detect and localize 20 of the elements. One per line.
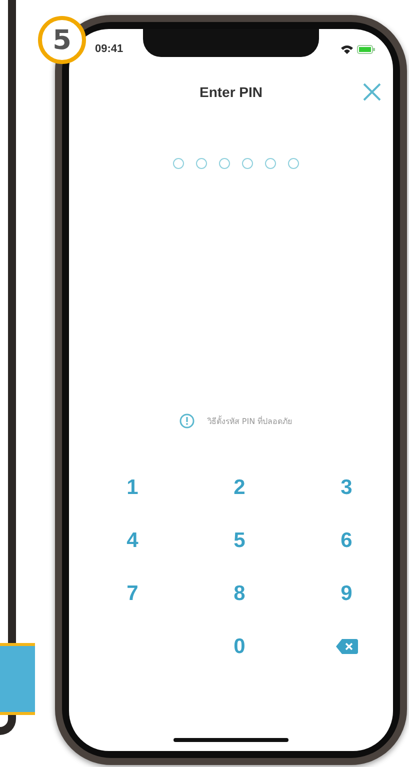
step-badge: 5 bbox=[38, 16, 86, 64]
digit-key[interactable]: 8 bbox=[234, 582, 246, 606]
wifi-icon bbox=[341, 44, 353, 54]
close-icon[interactable] bbox=[361, 81, 383, 103]
digit-key[interactable]: 3 bbox=[340, 476, 352, 500]
digit-key[interactable]: 9 bbox=[340, 582, 352, 606]
digit-key[interactable]: 7 bbox=[126, 582, 138, 606]
pin-hint-text: วิธีตั้งรหัส PIN ที่ปลอดภัย bbox=[207, 414, 293, 428]
digit-key[interactable]: 1 bbox=[126, 476, 138, 500]
button-edge bbox=[0, 643, 35, 715]
digit-key[interactable]: 6 bbox=[340, 528, 352, 552]
digit-key[interactable]: 5 bbox=[234, 528, 246, 552]
digit-key[interactable]: 0 bbox=[234, 634, 246, 658]
battery-icon bbox=[357, 44, 375, 54]
status-time: 09:41 bbox=[95, 43, 124, 55]
digit-key[interactable]: 4 bbox=[126, 528, 138, 552]
backspace-icon[interactable] bbox=[336, 639, 358, 654]
digit-key[interactable]: 2 bbox=[234, 476, 246, 500]
screen-title: Enter PIN bbox=[199, 84, 262, 100]
info-icon[interactable] bbox=[179, 413, 196, 429]
